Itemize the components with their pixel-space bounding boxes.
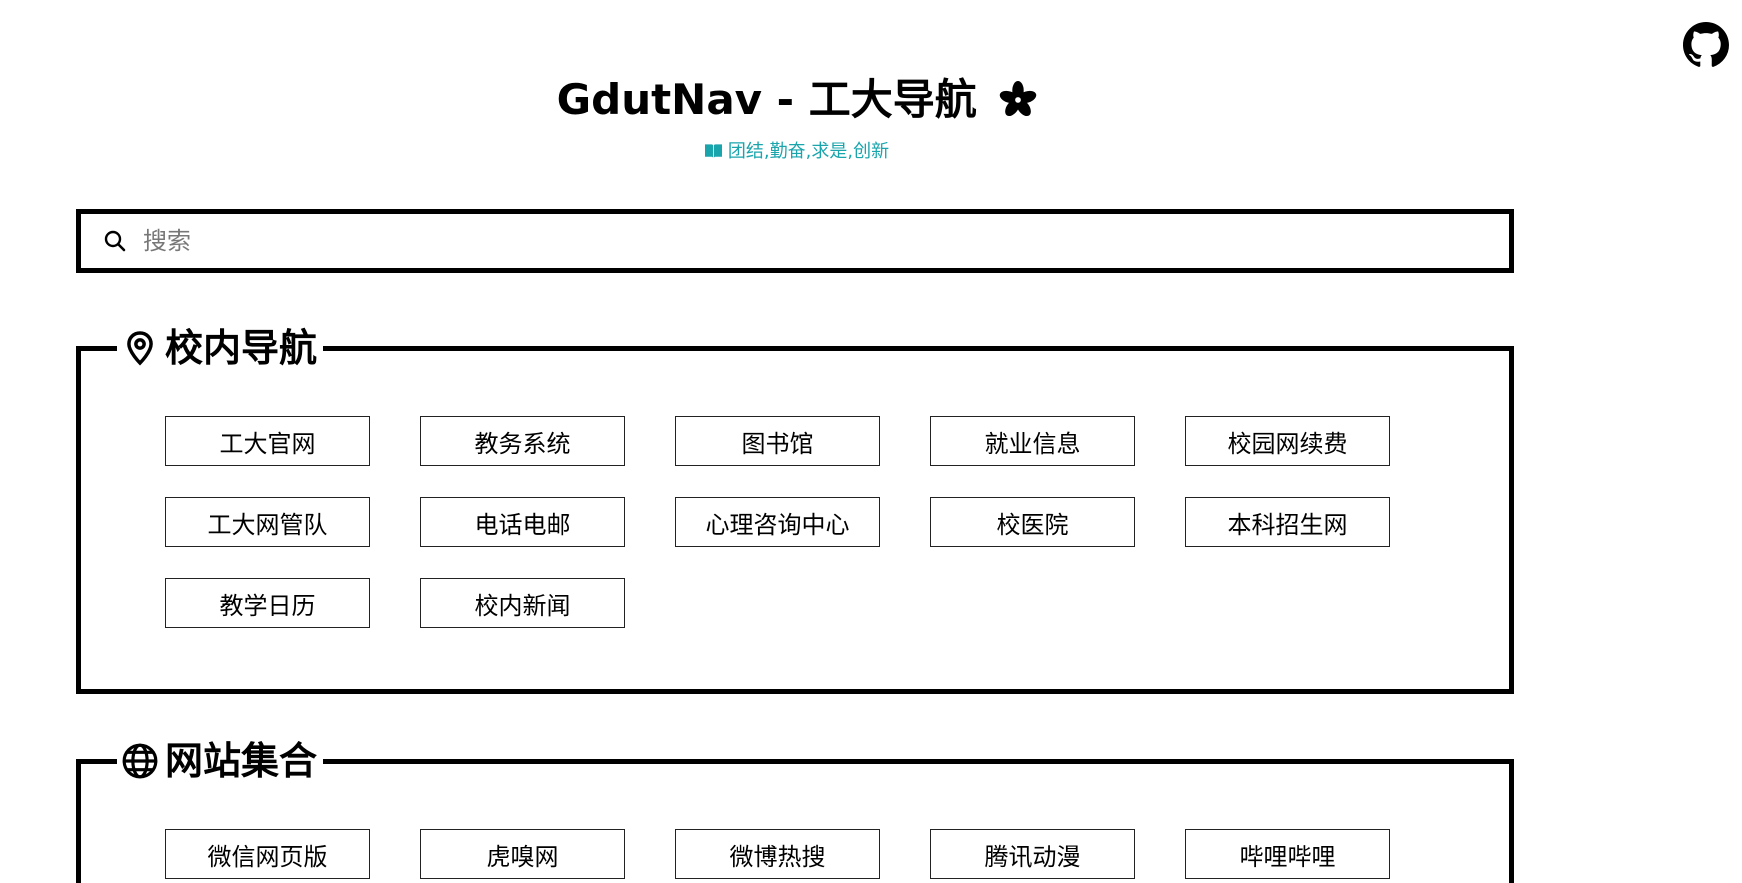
- open-book-icon: [704, 144, 722, 158]
- section-heading: 网站集合: [117, 733, 324, 789]
- section-campus-nav: 校内导航 工大官网 教务系统 图书馆 就业信息 校园网续费 工大网管队 电话电邮…: [76, 320, 1514, 694]
- link-button[interactable]: 校医院: [930, 497, 1135, 547]
- link-button[interactable]: 心理咨询中心: [675, 497, 880, 547]
- sakura-icon: [1000, 80, 1037, 117]
- link-button[interactable]: 腾讯动漫: [930, 829, 1135, 879]
- section-title: 网站集合: [165, 739, 318, 783]
- section-heading: 校内导航: [117, 320, 324, 376]
- link-button[interactable]: 校园网续费: [1185, 416, 1390, 466]
- github-icon[interactable]: [1683, 22, 1729, 68]
- page-title: GdutNav - 工大导航: [0, 70, 1594, 130]
- globe-icon: [122, 743, 158, 779]
- link-button[interactable]: 微信网页版: [165, 829, 370, 879]
- location-pin-icon: [127, 331, 153, 366]
- link-button[interactable]: 教学日历: [165, 578, 370, 628]
- link-button[interactable]: 就业信息: [930, 416, 1135, 466]
- link-grid: 微信网页版 虎嗅网 微博热搜 腾讯动漫 哔哩哔哩: [165, 829, 1390, 879]
- search-bar[interactable]: [76, 209, 1514, 273]
- page: GdutNav - 工大导航 团结,勤奋,求是,创新 搜索 校内导航 工大官网 …: [0, 0, 1742, 883]
- link-button[interactable]: 教务系统: [420, 416, 625, 466]
- link-button[interactable]: 工大网管队: [165, 497, 370, 547]
- search-input[interactable]: [141, 226, 1509, 256]
- link-button[interactable]: 校内新闻: [420, 578, 625, 628]
- motto: 团结,勤奋,求是,创新: [0, 140, 1594, 164]
- link-button[interactable]: 微博热搜: [675, 829, 880, 879]
- link-grid: 工大官网 教务系统 图书馆 就业信息 校园网续费 工大网管队 电话电邮 心理咨询…: [165, 416, 1390, 628]
- link-button[interactable]: 哔哩哔哩: [1185, 829, 1390, 879]
- link-button[interactable]: 虎嗅网: [420, 829, 625, 879]
- link-button[interactable]: 电话电邮: [420, 497, 625, 547]
- link-button[interactable]: 本科招生网: [1185, 497, 1390, 547]
- link-button[interactable]: 工大官网: [165, 416, 370, 466]
- section-site-collection: 网站集合 微信网页版 虎嗅网 微博热搜 腾讯动漫 哔哩哔哩: [76, 733, 1514, 883]
- search-icon: [104, 230, 126, 252]
- link-button[interactable]: 图书馆: [675, 416, 880, 466]
- motto-text: 团结,勤奋,求是,创新: [727, 141, 890, 162]
- section-title: 校内导航: [165, 326, 318, 370]
- site-title: GdutNav - 工大导航: [556, 75, 977, 124]
